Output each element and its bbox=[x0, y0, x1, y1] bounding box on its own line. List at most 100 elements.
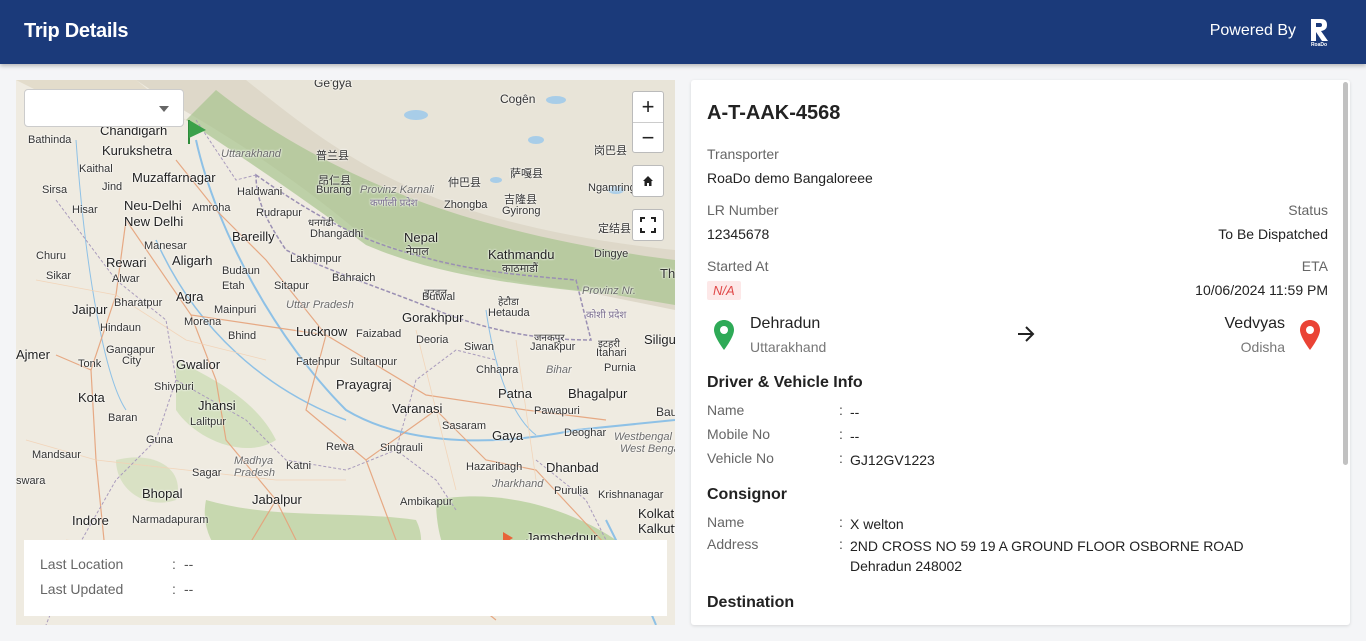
map-label: नेपाल bbox=[406, 246, 429, 258]
map-label: Hazaribagh bbox=[466, 461, 523, 473]
map-label: Mainpuri bbox=[214, 304, 257, 316]
home-button[interactable] bbox=[632, 165, 664, 197]
chevron-down-icon bbox=[159, 106, 169, 112]
map-label: Sikar bbox=[46, 270, 72, 282]
map-label: Guna bbox=[146, 434, 173, 446]
map-label: New Delhi bbox=[124, 214, 184, 229]
map-label: Agra bbox=[176, 289, 204, 304]
map-label: Mandsaur bbox=[32, 449, 81, 461]
map-label: Nepal bbox=[404, 230, 438, 245]
map-label: Alwar bbox=[112, 273, 140, 285]
map-label: Ambikapur bbox=[400, 496, 453, 508]
last-updated-row: Last Updated: -- bbox=[40, 581, 193, 597]
map-label: Purnia bbox=[604, 362, 636, 374]
map-label: Gorakhpur bbox=[402, 310, 464, 325]
vehicle-number-value: GJ12GV1223 bbox=[850, 452, 935, 468]
map-label: Shivpuri bbox=[154, 381, 194, 393]
map-label: हेटौडा bbox=[498, 297, 519, 308]
map-label: Rewa bbox=[326, 441, 355, 453]
origin-city: Dehradun bbox=[750, 315, 821, 332]
map-label: Burang bbox=[316, 184, 352, 196]
map-label: Uttar Pradesh bbox=[286, 299, 354, 311]
scrollbar[interactable] bbox=[1343, 82, 1348, 465]
consignor-section-title: Consignor bbox=[707, 486, 787, 503]
map-label: Bau bbox=[656, 405, 675, 419]
zoom-controls: + − bbox=[632, 91, 664, 153]
map-label: Pawapuri bbox=[534, 405, 580, 417]
map-label: Tonk bbox=[78, 358, 102, 370]
map-label: Narmadapuram bbox=[132, 514, 209, 526]
lr-number-value: 12345678 bbox=[707, 226, 770, 242]
map-label: Ge'gya bbox=[314, 80, 352, 90]
map-label: Hetauda bbox=[488, 307, 530, 319]
map-label: Kaithal bbox=[79, 163, 113, 175]
fullscreen-button[interactable] bbox=[632, 209, 664, 241]
map-label: Bihar bbox=[546, 364, 572, 376]
driver-mobile-label: Mobile No bbox=[707, 426, 771, 442]
consignor-address-value: 2ND CROSS NO 59 19 A GROUND FLOOR OSBORN… bbox=[850, 536, 1244, 576]
map-label: Gwalior bbox=[176, 357, 221, 372]
map-label: West Bengal bbox=[620, 443, 675, 455]
driver-mobile-value: -- bbox=[850, 428, 860, 444]
last-location-row: Last Location: -- bbox=[40, 556, 193, 572]
map-label: Rudrapur bbox=[256, 207, 302, 219]
driver-name-row: Name: -- bbox=[707, 402, 859, 422]
map-label: Purulia bbox=[554, 485, 589, 497]
map-label: Lakhimpur bbox=[290, 253, 342, 265]
status-label: Status bbox=[1288, 202, 1328, 218]
map-label: Sasaram bbox=[442, 420, 487, 432]
consignor-name-row: Name: X welton bbox=[707, 514, 904, 534]
eta-value: 10/06/2024 11:59 PM bbox=[1195, 282, 1328, 298]
map-label: Lalitpur bbox=[190, 416, 227, 428]
map-label: Bareilly bbox=[232, 229, 275, 244]
consignor-address-label: Address bbox=[707, 536, 759, 552]
map-label: Muzaffarnagar bbox=[132, 170, 216, 185]
map-label: Patna bbox=[498, 386, 532, 401]
map-label: Hindaun bbox=[100, 322, 141, 334]
fullscreen-icon bbox=[640, 217, 656, 233]
driver-mobile-row: Mobile No: -- bbox=[707, 426, 859, 446]
trip-details-card[interactable]: A-T-AAK-4568 Transporter RoaDo demo Bang… bbox=[691, 80, 1350, 625]
map-label: Indore bbox=[72, 513, 109, 528]
map-label: धनगढी bbox=[308, 218, 334, 229]
map-label: Jabalpur bbox=[252, 492, 302, 507]
svg-text:RoaDo: RoaDo bbox=[1311, 42, 1327, 47]
colon: : bbox=[839, 514, 843, 530]
map-label: Krishnanagar bbox=[598, 489, 664, 501]
map-label: Pradesh bbox=[234, 467, 275, 479]
colon: : bbox=[839, 426, 843, 442]
driver-name-value: -- bbox=[850, 404, 860, 420]
last-updated-label: Last Updated bbox=[40, 581, 124, 597]
map-label: 岗巴县 bbox=[594, 145, 627, 157]
map-layer-select[interactable] bbox=[24, 89, 184, 127]
map-label: Ajmer bbox=[16, 347, 50, 362]
location-info-box: Last Location: -- Last Updated: -- bbox=[24, 540, 667, 616]
map-label: 萨嘎县 bbox=[510, 168, 543, 180]
map-label: Budaun bbox=[222, 265, 260, 277]
last-updated-value: -- bbox=[184, 581, 194, 597]
map-label: Churu bbox=[36, 250, 66, 262]
colon: : bbox=[172, 581, 176, 597]
powered-by-text: Powered By bbox=[1209, 22, 1296, 39]
driver-name-label: Name bbox=[707, 402, 745, 418]
map-label: Sitapur bbox=[274, 280, 309, 292]
map-label: Deoria bbox=[416, 334, 449, 346]
destination-pin-icon bbox=[1300, 320, 1320, 350]
map-label: Bathinda bbox=[28, 134, 72, 146]
started-at-label: Started At bbox=[707, 258, 769, 274]
map-panel[interactable]: Ge'gya Cogên Chandigarh Bathinda Kuruksh… bbox=[16, 80, 675, 625]
map-label: कोशी प्रदेश bbox=[586, 310, 627, 321]
map-label: Kathmandu bbox=[488, 247, 555, 262]
zoom-out-button[interactable]: − bbox=[633, 122, 663, 152]
destination-section-title: Destination bbox=[707, 594, 795, 611]
consignor-address-line1: 2ND CROSS NO 59 19 A GROUND FLOOR OSBORN… bbox=[850, 538, 1244, 554]
zoom-in-button[interactable]: + bbox=[633, 92, 663, 122]
map-label: Amroha bbox=[192, 202, 231, 214]
map-label: Provinz Nr. bbox=[582, 285, 636, 297]
map-label: Janakpur bbox=[530, 341, 576, 353]
map-label: Fatehpur bbox=[296, 356, 341, 368]
colon: : bbox=[839, 450, 843, 466]
map-label: City bbox=[122, 355, 141, 367]
transporter-label: Transporter bbox=[707, 146, 779, 162]
destination-city: Vedvyas bbox=[1224, 315, 1285, 332]
